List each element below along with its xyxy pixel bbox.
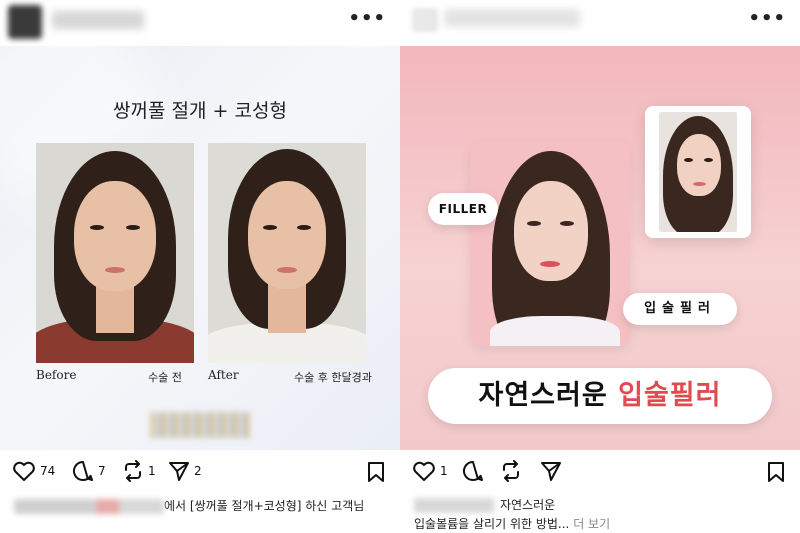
after-label: After xyxy=(208,368,239,382)
post-image[interactable]: FILLER 입술필러 자연스러운 입술필러 xyxy=(400,46,800,450)
heart-icon xyxy=(413,461,435,481)
more-link[interactable]: 더 보기 xyxy=(573,517,610,531)
username-redacted[interactable] xyxy=(14,499,164,514)
action-bar: 74 7 1 2 xyxy=(0,458,400,488)
send-icon xyxy=(541,462,561,481)
action-bar: 1 xyxy=(400,458,800,488)
after-caption: 수술 후 한달경과 xyxy=(294,371,372,384)
like-button[interactable]: 74 xyxy=(12,460,55,482)
post-caption-line1: 자연스러운 xyxy=(414,496,555,513)
bookmark-icon xyxy=(368,462,384,482)
avatar[interactable] xyxy=(412,8,438,32)
avatar[interactable] xyxy=(8,5,42,39)
filler-tag: FILLER xyxy=(428,193,498,225)
post-left: ••• 쌍꺼풀 절개 + 코성형 Before 수술 전 After 수술 후 … xyxy=(0,0,400,533)
comment-button[interactable] xyxy=(462,460,484,482)
post-caption: 에서 [쌍꺼풀 절개+코성형] 하신 고객님 xyxy=(14,497,364,514)
post-image[interactable]: 쌍꺼풀 절개 + 코성형 Before 수술 전 After 수술 후 한달경과 xyxy=(0,46,400,450)
repost-button[interactable]: 1 xyxy=(122,460,156,482)
post-right: ••• FILLER 입술필러 자연스러운 입술필러 1 자연스러운 입술볼륨을… xyxy=(400,0,800,533)
image-headline: 자연스러운 입술필러 xyxy=(428,368,772,424)
more-options-icon[interactable]: ••• xyxy=(348,8,386,29)
post-header: ••• xyxy=(0,0,400,46)
watermark-redacted xyxy=(150,412,250,438)
heart-icon xyxy=(13,461,35,481)
post-header: ••• xyxy=(400,0,800,46)
repost-icon xyxy=(503,460,519,482)
post-caption-line2: 입술볼륨을 살리기 위한 방법... 더 보기 xyxy=(414,517,611,531)
model-photo-main xyxy=(470,141,630,346)
repost-count: 1 xyxy=(148,464,156,478)
save-button[interactable] xyxy=(366,461,386,487)
after-photo xyxy=(208,143,366,363)
comment-icon xyxy=(463,461,483,481)
username-redacted[interactable] xyxy=(414,498,494,513)
like-button[interactable]: 1 xyxy=(412,460,448,482)
share-button[interactable]: 2 xyxy=(168,460,202,482)
send-icon xyxy=(169,462,189,481)
before-caption: 수술 전 xyxy=(148,371,182,384)
comment-button[interactable]: 7 xyxy=(72,460,106,482)
like-count: 1 xyxy=(440,464,448,478)
comment-icon xyxy=(73,461,93,481)
model-photo-inset xyxy=(645,106,751,238)
before-label: Before xyxy=(36,368,77,382)
share-button[interactable] xyxy=(540,460,562,482)
more-options-icon[interactable]: ••• xyxy=(748,8,786,29)
share-count: 2 xyxy=(194,464,202,478)
repost-icon xyxy=(125,460,141,482)
save-button[interactable] xyxy=(766,461,786,487)
bookmark-icon xyxy=(768,462,784,482)
username-redacted[interactable] xyxy=(444,9,580,27)
repost-button[interactable] xyxy=(500,460,522,482)
username-redacted[interactable] xyxy=(52,11,144,29)
before-photo xyxy=(36,143,194,363)
lip-filler-tag: 입술필러 xyxy=(623,293,737,325)
like-count: 74 xyxy=(40,464,56,478)
comment-count: 7 xyxy=(98,464,106,478)
image-headline: 쌍꺼풀 절개 + 코성형 xyxy=(113,100,287,122)
